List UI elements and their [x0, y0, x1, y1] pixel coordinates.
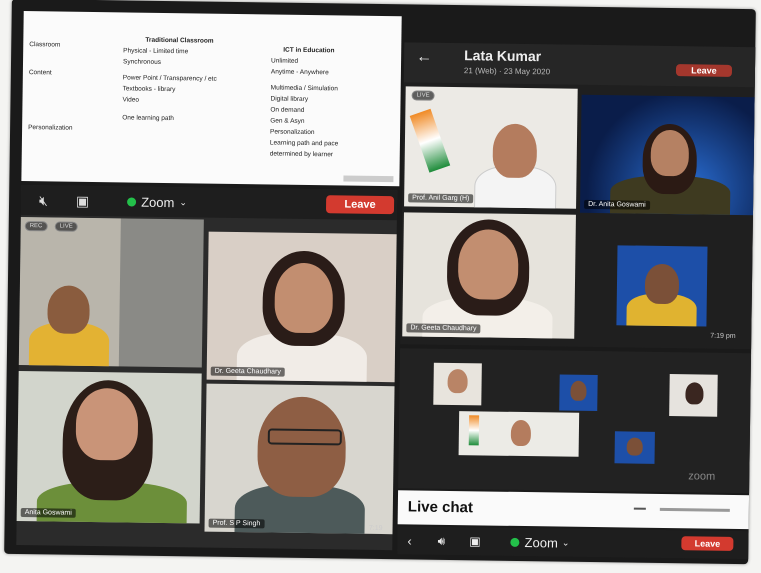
app-name: Zoom: [141, 194, 175, 210]
live-chat-bar[interactable]: Live chat: [397, 490, 755, 530]
live-badge: LIVE: [54, 221, 78, 232]
status-dot: [127, 196, 137, 207]
speaker-icon[interactable]: 🔊︎: [438, 533, 446, 548]
clock-time: 7:19: [368, 524, 383, 533]
leave-button[interactable]: Leave: [681, 536, 734, 551]
chat-decoration: [633, 507, 646, 510]
bottom-zoom-toolbar: ‹ 🔊︎ ▣ Zoom ⌄ Leave: [397, 526, 754, 560]
participant-face: [685, 382, 704, 405]
zoom-app-menu[interactable]: Zoom ⌄: [127, 194, 187, 210]
participant-tile[interactable]: Anita Goswami: [16, 370, 202, 524]
participant-tile[interactable]: [616, 245, 708, 327]
participant-tile[interactable]: REC LIVE: [18, 216, 204, 368]
participant-name: Dr. Anita Goswami: [584, 199, 650, 210]
participant-tile[interactable]: Dr. Geeta Chaudhary: [206, 231, 397, 383]
participant-tile[interactable]: Prof. S P Singh 7:19: [204, 383, 395, 535]
participant-thumbnail[interactable]: [559, 374, 598, 412]
list-item: Digital library: [270, 95, 309, 103]
gallery-window: zoom: [398, 348, 756, 494]
list-item: Gen & Asyn: [270, 117, 305, 125]
live-badge: LIVE: [411, 90, 435, 101]
participant-face: [644, 263, 680, 305]
column-header: ICT in Education: [283, 46, 335, 55]
participant-tile[interactable]: Dr. Geeta Chaudhary: [402, 212, 576, 339]
zoom-app-menu[interactable]: Zoom ⌄: [510, 534, 570, 551]
zoom-brand-mark: zoom: [688, 470, 716, 483]
list-item: Multimedia / Simulation: [270, 84, 338, 93]
participant-thumbnail[interactable]: [669, 374, 718, 417]
column-header: Traditional Classroom: [145, 36, 214, 45]
right-zoom-header: ← Lata Kumar 21 (Web) · 23 May 2020 Leav…: [403, 42, 756, 88]
live-chat-label: Live chat: [407, 498, 473, 517]
status-dot: [510, 537, 520, 547]
participant-face: [626, 437, 643, 456]
left-zoom-toolbar: 🔇︎ ▣ Zoom ⌄ Leave: [20, 184, 398, 221]
glasses: [267, 428, 342, 446]
presentation-slide: Classroom Content Personalization Tradit…: [21, 10, 402, 187]
participant-name: Dr. Geeta Chaudhary: [406, 323, 481, 334]
list-item: determined by learner: [269, 150, 334, 159]
participant-thumbnail[interactable]: [433, 362, 482, 406]
list-item: Video: [122, 96, 140, 104]
participant-face: [256, 396, 347, 498]
participant-name: Prof. Anil Garg (H): [408, 193, 474, 204]
list-item: Learning path and pace: [269, 139, 339, 148]
slide-row-label: Classroom: [29, 41, 61, 49]
clock-time: 7:19 pm: [710, 332, 736, 340]
participant-face: [570, 380, 587, 401]
camera-icon[interactable]: ▣: [469, 534, 481, 548]
camera-icon[interactable]: ▣: [76, 192, 89, 209]
slide-footer-mark: [343, 175, 394, 183]
chat-decoration: [659, 507, 730, 512]
participant-name: Dr. Geeta Chaudhary: [210, 366, 285, 377]
photo-frame: Classroom Content Personalization Tradit…: [4, 0, 756, 565]
participant-name: Anita Goswami: [20, 508, 76, 518]
chevron-down-icon: ⌄: [561, 537, 570, 548]
back-arrow-icon[interactable]: ←: [416, 48, 432, 66]
meeting-subtitle: 21 (Web) · 23 May 2020: [463, 66, 551, 77]
leave-button[interactable]: Leave: [675, 64, 733, 77]
participant-face: [510, 419, 532, 447]
back-arrow-icon[interactable]: ‹: [407, 533, 412, 548]
app-name: Zoom: [524, 534, 558, 551]
list-item: Textbooks - library: [122, 85, 176, 94]
participant-thumbnail[interactable]: [458, 411, 580, 457]
list-item: Power Point / Transparency / etc: [122, 74, 217, 83]
participant-thumbnail[interactable]: [614, 431, 655, 464]
flag-icon: [468, 415, 480, 446]
list-item: Unlimited: [271, 57, 299, 65]
list-item: On demand: [270, 106, 305, 114]
participant-face: [457, 229, 519, 300]
flag-icon: [409, 108, 451, 173]
participant-face: [492, 123, 538, 179]
right-zoom-window: ← Lata Kumar 21 (Web) · 23 May 2020 Leav…: [400, 42, 756, 350]
list-item: Physical - Limited time: [123, 47, 189, 56]
slide-row-label: Content: [28, 69, 52, 77]
leave-button[interactable]: Leave: [325, 195, 395, 215]
slide-column-ict: ICT in Education Unlimited Anytime - Any…: [270, 46, 392, 163]
meeting-title: Lata Kumar: [464, 47, 542, 65]
participant-face: [47, 285, 90, 334]
participant-face: [447, 368, 468, 394]
participant-tile[interactable]: Dr. Anita Goswami: [579, 94, 756, 216]
slide-row-label: Personalization: [28, 124, 73, 132]
slide-column-traditional: Traditional Classroom Physical - Limited…: [122, 36, 243, 127]
list-item: Synchronous: [122, 58, 162, 66]
participant-face: [75, 387, 139, 461]
participant-tile[interactable]: LIVE Prof. Anil Garg (H): [404, 86, 578, 209]
participant-name: Prof. S P Singh: [208, 518, 265, 529]
participant-face: [274, 262, 334, 334]
left-zoom-window: 🔇︎ ▣ Zoom ⌄ Leave REC LIVE Dr. Geeta Cha…: [16, 184, 398, 551]
list-item: Personalization: [270, 128, 315, 137]
chevron-down-icon: ⌄: [179, 196, 188, 207]
participant-face: [650, 129, 690, 177]
mute-icon[interactable]: 🔇︎: [39, 192, 48, 209]
rec-badge: REC: [24, 221, 48, 232]
list-item: Anytime - Anywhere: [270, 68, 329, 77]
list-item: One learning path: [122, 114, 174, 123]
